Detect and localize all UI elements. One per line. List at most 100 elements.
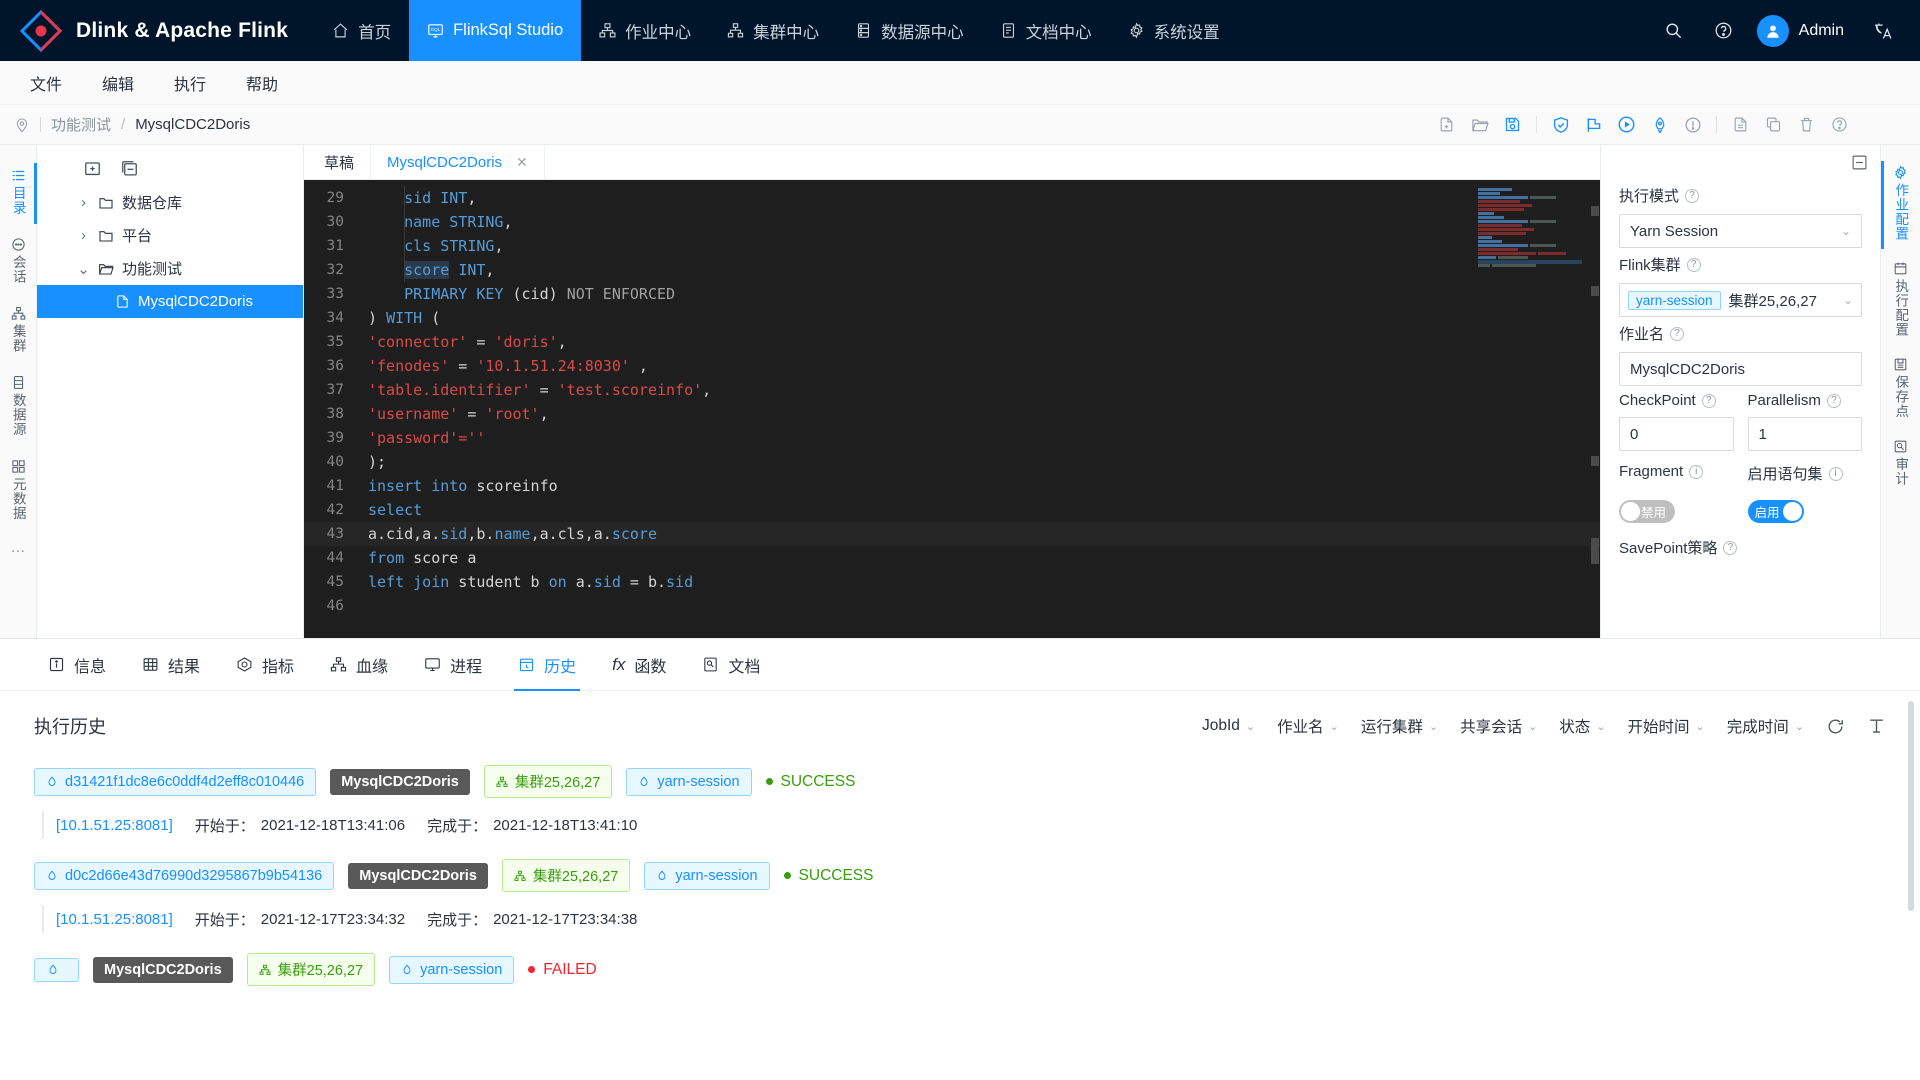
rail-item-session[interactable]: 会话 bbox=[0, 228, 37, 297]
nav-item-flinksql-studio[interactable]: SQL FlinkSql Studio bbox=[409, 0, 581, 61]
info-circle-icon[interactable]: i bbox=[1829, 467, 1843, 481]
exec-mode-select[interactable]: Yarn Session ⌄ bbox=[1619, 214, 1862, 248]
nav-item-cluster-center[interactable]: 集群中心 bbox=[709, 0, 837, 61]
question-circle-icon[interactable] bbox=[1701, 0, 1747, 61]
rail-item-cluster[interactable]: 集群 bbox=[0, 297, 37, 366]
clear-icon[interactable] bbox=[1867, 717, 1886, 736]
menu-item-edit[interactable]: 编辑 bbox=[86, 65, 150, 101]
new-file-icon[interactable] bbox=[1430, 110, 1463, 140]
save-icon[interactable] bbox=[1496, 110, 1529, 140]
bottom-tabs: 信息 结果 指标 血缘 bbox=[0, 639, 1920, 691]
breadcrumb-parent[interactable]: 功能测试 bbox=[51, 114, 111, 135]
help-circle-icon[interactable]: ? bbox=[1723, 541, 1737, 555]
editor-vertical-scrollbar[interactable] bbox=[1590, 180, 1600, 638]
menu-item-execute[interactable]: 执行 bbox=[158, 65, 222, 101]
job-address-link[interactable]: [10.1.51.25:8081] bbox=[56, 817, 173, 834]
rrail-item-job-config[interactable]: 作业配置 bbox=[1881, 157, 1920, 253]
menu-item-file[interactable]: 文件 bbox=[14, 65, 78, 101]
help-circle-icon[interactable]: ? bbox=[1685, 189, 1699, 203]
tab-info[interactable]: 信息 bbox=[34, 639, 120, 691]
fragment-toggle[interactable]: 禁用 bbox=[1619, 500, 1675, 523]
help-circle-icon[interactable]: ? bbox=[1827, 394, 1841, 408]
tab-metrics[interactable]: 指标 bbox=[222, 639, 308, 691]
nav-item-document-center[interactable]: 文档中心 bbox=[982, 0, 1110, 61]
delete-icon[interactable] bbox=[1790, 110, 1823, 140]
rail-item-catalog[interactable]: 目录 bbox=[0, 159, 37, 228]
filter-job-name[interactable]: 作业名 ⌄ bbox=[1277, 715, 1339, 737]
rail-item-datasource[interactable]: 数据源 bbox=[0, 366, 37, 450]
file-text-icon[interactable] bbox=[1724, 110, 1757, 140]
rrail-item-savepoint[interactable]: 保存点 bbox=[1881, 349, 1920, 431]
tree-node-MysqlCDC2Doris[interactable]: MysqlCDC2Doris bbox=[37, 285, 303, 318]
tab-MysqlCDC2Doris[interactable]: MysqlCDC2Doris ✕ bbox=[371, 145, 545, 179]
history-filters: JobId ⌄ 作业名 ⌄ 运行集群 ⌄ 共享会话 ⌄ 状态 ⌄ bbox=[1202, 715, 1886, 737]
rail-more-button[interactable]: … bbox=[11, 539, 26, 556]
check-shield-icon[interactable] bbox=[1544, 110, 1577, 140]
stop-icon[interactable] bbox=[1676, 110, 1709, 140]
job-id-chip[interactable]: d31421f1dc8e6c0ddf4d2eff8c010446 bbox=[34, 768, 316, 796]
close-icon[interactable]: ✕ bbox=[516, 154, 528, 171]
help-circle-icon[interactable]: ? bbox=[1670, 327, 1684, 341]
rocket-icon[interactable] bbox=[1643, 110, 1676, 140]
job-address-link[interactable]: [10.1.51.25:8081] bbox=[56, 911, 173, 928]
chevron-right-icon[interactable]: › bbox=[77, 194, 90, 211]
tab-draft[interactable]: 草稿 bbox=[308, 145, 371, 179]
history-scrollbar[interactable] bbox=[1908, 701, 1914, 1070]
menu-item-help[interactable]: 帮助 bbox=[230, 65, 294, 101]
code-editor[interactable]: 29 sid INT, 30 name STRING, 31 cls STRIN… bbox=[304, 180, 1600, 638]
flink-cluster-select[interactable]: yarn-session 集群25,26,27 ⌄ bbox=[1619, 283, 1862, 317]
calendar-icon bbox=[1893, 261, 1908, 276]
filter-status[interactable]: 状态 ⌄ bbox=[1559, 715, 1605, 737]
tab-process[interactable]: 进程 bbox=[410, 639, 496, 691]
info-circle-icon[interactable]: i bbox=[1689, 465, 1703, 479]
help-circle-icon[interactable]: ? bbox=[1687, 258, 1701, 272]
job-id-chip[interactable] bbox=[34, 958, 79, 982]
tab-lineage[interactable]: 血缘 bbox=[316, 639, 402, 691]
code-minimap[interactable] bbox=[1478, 188, 1586, 298]
tab-function[interactable]: fx 函数 bbox=[598, 639, 680, 691]
filter-cluster[interactable]: 运行集群 ⌄ bbox=[1361, 715, 1438, 737]
tab-result[interactable]: 结果 bbox=[128, 639, 214, 691]
help-circle-icon[interactable] bbox=[1823, 110, 1856, 140]
chevron-down-icon[interactable]: ⌄ bbox=[77, 260, 90, 278]
filter-session[interactable]: 共享会话 ⌄ bbox=[1460, 715, 1537, 737]
chevron-right-icon[interactable]: › bbox=[77, 227, 90, 244]
add-folder-icon[interactable] bbox=[83, 159, 102, 178]
app-logo-icon[interactable] bbox=[18, 8, 64, 54]
tab-history[interactable]: 历史 bbox=[504, 639, 590, 691]
rrail-item-exec-config[interactable]: 执行配置 bbox=[1881, 253, 1920, 349]
open-folder-icon[interactable] bbox=[1463, 110, 1496, 140]
statement-set-toggle[interactable]: 启用 bbox=[1748, 500, 1804, 523]
filter-start-time[interactable]: 开始时间 ⌄ bbox=[1628, 715, 1705, 737]
rail-item-metadata[interactable]: 元数据 bbox=[0, 450, 37, 534]
tab-document[interactable]: 文档 bbox=[688, 639, 774, 691]
collapse-panel-icon[interactable] bbox=[1851, 154, 1868, 171]
search-icon[interactable] bbox=[1651, 0, 1697, 61]
tree-node-平台[interactable]: › 平台 bbox=[37, 219, 303, 252]
finish-time: 完成于： bbox=[427, 909, 487, 930]
tree-node-功能测试[interactable]: ⌄ 功能测试 bbox=[37, 252, 303, 285]
nav-item-job-center[interactable]: 作业中心 bbox=[581, 0, 709, 61]
flame-icon bbox=[46, 870, 58, 882]
user-menu[interactable]: Admin bbox=[1751, 15, 1856, 47]
tree-node-数据仓库[interactable]: › 数据仓库 bbox=[37, 186, 303, 219]
parallelism-input[interactable]: 1 bbox=[1748, 417, 1863, 451]
nav-item-home[interactable]: 首页 bbox=[314, 0, 409, 61]
run-icon[interactable] bbox=[1610, 110, 1643, 140]
filter-finish-time[interactable]: 完成时间 ⌄ bbox=[1727, 715, 1804, 737]
language-icon[interactable] bbox=[1860, 0, 1906, 61]
job-id-chip[interactable]: d0c2d66e43d76990d3295867b9b54136 bbox=[34, 862, 334, 890]
scrollbar-thumb[interactable] bbox=[1908, 701, 1914, 911]
nav-item-datasource-center[interactable]: 数据源中心 bbox=[837, 0, 982, 61]
flag-icon[interactable] bbox=[1577, 110, 1610, 140]
help-circle-icon[interactable]: ? bbox=[1702, 394, 1716, 408]
refresh-icon[interactable] bbox=[1826, 717, 1845, 736]
rrail-item-audit[interactable]: 审计 bbox=[1881, 431, 1920, 498]
collapse-all-icon[interactable] bbox=[120, 159, 139, 178]
start-label: 开始于： bbox=[195, 912, 255, 929]
copy-icon[interactable] bbox=[1757, 110, 1790, 140]
checkpoint-input[interactable]: 0 bbox=[1619, 417, 1734, 451]
job-name-input[interactable]: MysqlCDC2Doris bbox=[1619, 352, 1862, 386]
nav-item-system-settings[interactable]: 系统设置 bbox=[1110, 0, 1238, 61]
filter-jobid[interactable]: JobId ⌄ bbox=[1202, 717, 1255, 735]
